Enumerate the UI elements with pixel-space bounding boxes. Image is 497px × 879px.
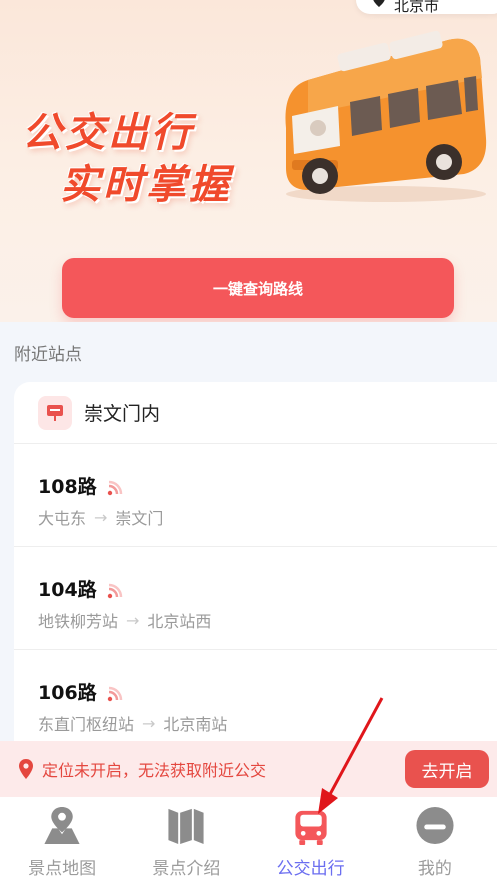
profile-icon <box>416 806 454 845</box>
route-number: 104路 <box>38 579 97 601</box>
tab-label: 景点介绍 <box>152 859 221 879</box>
tab-bus-travel[interactable]: 公交出行 <box>249 797 373 879</box>
direction-arrow-icon: → <box>94 507 108 527</box>
city-selector[interactable]: 北京市 <box>356 0 497 15</box>
nearby-stations-title: 附近站点 <box>14 345 82 365</box>
bus-icon <box>295 810 327 846</box>
location-pin-icon <box>19 759 33 779</box>
location-disabled-message: 定位未开启，无法获取附近公交 <box>42 761 267 780</box>
hero-banner: 北京市 公交出行 实时掌握 一键查询路线 <box>0 0 497 322</box>
realtime-signal-icon <box>107 686 122 701</box>
query-route-button[interactable]: 一键查询路线 <box>62 258 454 318</box>
route-destination: 崇文门 <box>115 509 164 528</box>
tab-label: 我的 <box>417 859 452 879</box>
bottom-tab-bar: 景点地图 景点介绍 公交出行 我的 <box>0 797 497 879</box>
route-origin: 大屯东 <box>38 509 87 528</box>
slogan-line-2: 实时掌握 <box>60 162 232 208</box>
route-destination: 北京站西 <box>147 612 212 631</box>
tab-label: 景点地图 <box>28 859 97 879</box>
stop-header[interactable]: 崇文门内 <box>14 382 497 444</box>
route-item[interactable]: 104路 地铁柳芳站 → 北京站西 <box>14 547 497 650</box>
tab-label: 公交出行 <box>276 859 345 879</box>
slogan-line-1: 公交出行 <box>22 110 194 156</box>
location-permission-banner: 定位未开启，无法获取附近公交 去开启 <box>0 741 497 797</box>
route-number: 106路 <box>38 682 97 704</box>
direction-arrow-icon: → <box>142 713 156 733</box>
map-pin-icon <box>44 806 80 845</box>
realtime-signal-icon <box>107 480 122 495</box>
realtime-signal-icon <box>107 583 122 598</box>
route-item[interactable]: 108路 大屯东 → 崇文门 <box>14 444 497 547</box>
route-number: 108路 <box>38 476 97 498</box>
route-item[interactable]: 106路 东直门枢纽站 → 北京南站 <box>14 650 497 753</box>
route-destination: 北京南站 <box>163 715 228 734</box>
bus-stop-icon <box>38 395 72 430</box>
bus-illustration <box>285 30 487 202</box>
city-name: 北京市 <box>394 0 440 15</box>
stop-name: 崇文门内 <box>84 403 161 425</box>
direction-arrow-icon: → <box>126 610 140 630</box>
enable-location-button[interactable]: 去开启 <box>405 750 489 788</box>
stop-card: 崇文门内 108路 大屯东 → 崇文门 104路 地铁柳芳站 → 北京站西 10… <box>14 382 497 802</box>
tab-attraction-intro[interactable]: 景点介绍 <box>124 797 248 879</box>
tab-attraction-map[interactable]: 景点地图 <box>0 797 124 879</box>
tab-mine[interactable]: 我的 <box>373 797 497 879</box>
route-origin: 东直门枢纽站 <box>38 715 135 734</box>
book-icon <box>168 808 204 845</box>
location-pin-icon <box>373 0 385 7</box>
route-origin: 地铁柳芳站 <box>38 612 119 631</box>
